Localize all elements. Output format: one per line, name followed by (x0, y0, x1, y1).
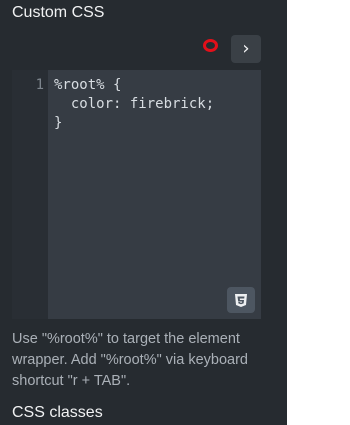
record-indicator-icon (203, 39, 218, 52)
css3-icon (235, 293, 247, 307)
line-number: 1 (35, 77, 44, 93)
css-format-button[interactable] (227, 287, 255, 313)
panel-title: Custom CSS (12, 4, 105, 21)
chevron-right-icon: › (242, 38, 250, 59)
run-css-button[interactable]: › (231, 35, 261, 63)
custom-css-panel: Custom CSS › 1 %root% { color: firebrick… (0, 0, 287, 425)
code-text[interactable]: %root% { color: firebrick; } (54, 76, 214, 133)
css-code-editor[interactable]: 1 %root% { color: firebrick; } (12, 70, 261, 319)
code-area[interactable]: %root% { color: firebrick; } (48, 70, 261, 319)
css-classes-heading: CSS classes (12, 404, 103, 421)
line-number-gutter: 1 (12, 70, 48, 319)
help-text: Use "%root%" to target the element wrapp… (12, 331, 248, 389)
